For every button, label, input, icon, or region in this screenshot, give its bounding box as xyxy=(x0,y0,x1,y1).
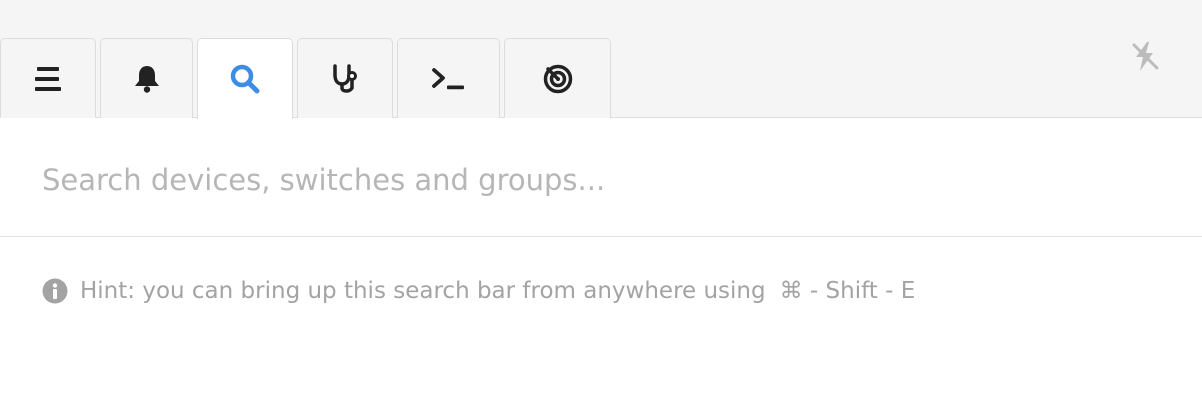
tab-notifications[interactable] xyxy=(100,38,193,118)
search-bar xyxy=(0,118,1202,237)
search-hint: Hint: you can bring up this search bar f… xyxy=(42,275,915,307)
keyboard-shortcut: ⌘ - Shift - E xyxy=(779,278,916,304)
bell-icon xyxy=(134,65,159,93)
search-icon xyxy=(230,64,260,94)
search-panel: Hint: you can bring up this search bar f… xyxy=(0,118,1202,408)
radar-icon xyxy=(543,64,572,93)
tab-radar[interactable] xyxy=(504,38,611,118)
terminal-icon xyxy=(431,67,464,89)
menu-icon xyxy=(35,66,61,91)
info-icon xyxy=(42,278,68,304)
app-window: Hint: you can bring up this search bar f… xyxy=(0,0,1202,408)
offline-status xyxy=(1128,40,1162,74)
tab-menu[interactable] xyxy=(0,38,96,118)
search-input[interactable] xyxy=(42,156,1162,204)
tab-console[interactable] xyxy=(397,38,500,118)
offline-bolt-icon xyxy=(1132,42,1159,71)
hint-text: Hint: you can bring up this search bar f… xyxy=(80,278,766,304)
stethoscope-icon xyxy=(333,63,357,93)
tab-diagnostics[interactable] xyxy=(297,38,393,118)
tab-search[interactable] xyxy=(197,38,293,119)
tab-bar xyxy=(0,0,1202,119)
